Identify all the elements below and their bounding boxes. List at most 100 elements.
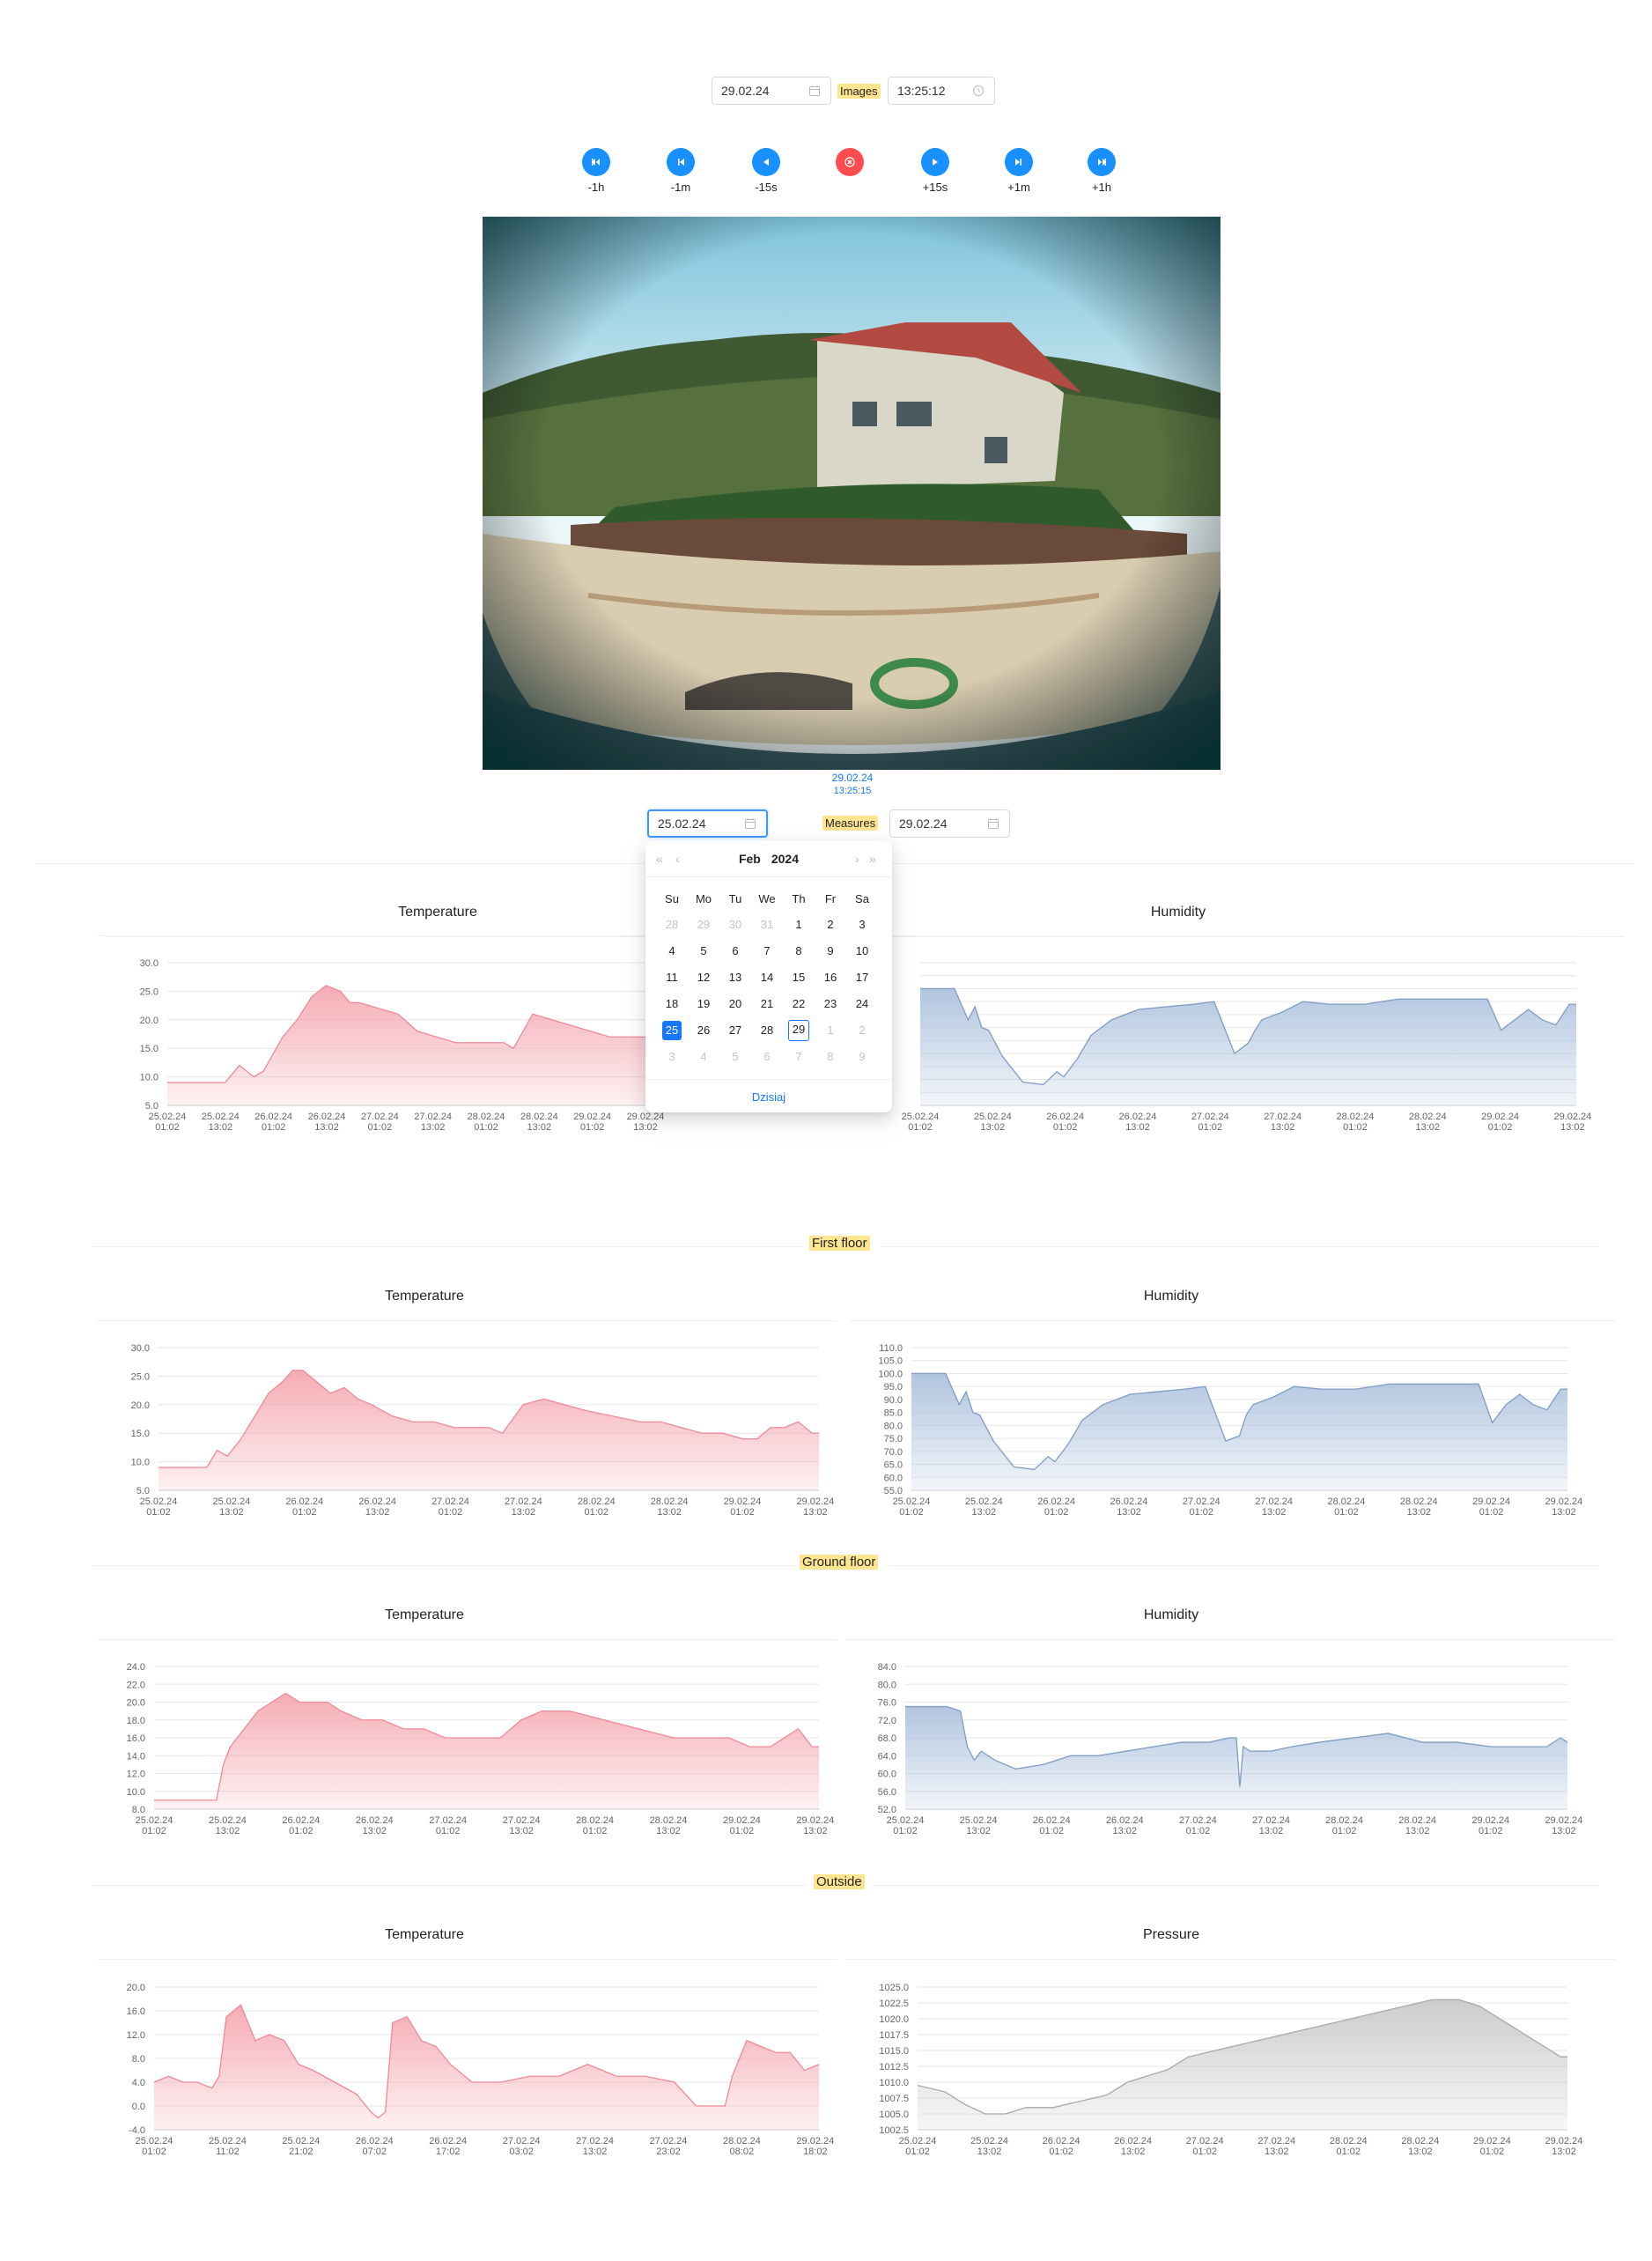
calendar-day[interactable]: 23 xyxy=(815,994,846,1014)
calendar-year[interactable]: 2024 xyxy=(771,852,799,866)
calendar-day[interactable]: 19 xyxy=(688,994,719,1014)
calendar-day[interactable]: 20 xyxy=(719,994,751,1014)
calendar-day[interactable]: 29 xyxy=(783,1020,815,1041)
y-tick-label: -4.0 xyxy=(129,2125,145,2136)
chart-first-temperature: 5.010.015.020.025.030.025.02.2401:0225.0… xyxy=(131,1343,835,1518)
x-tick-label: 01:02 xyxy=(436,1826,461,1836)
calendar-day[interactable]: 17 xyxy=(846,968,878,987)
x-tick-label: 13:02 xyxy=(1408,2146,1433,2157)
x-tick-label: 25.02.24 xyxy=(899,2136,937,2146)
calendar-day[interactable]: 7 xyxy=(751,942,783,961)
calendar-day[interactable]: 25 xyxy=(656,1021,688,1040)
y-tick-label: 18.0 xyxy=(127,1716,145,1726)
prev-month-icon[interactable]: ‹ xyxy=(675,852,680,866)
calendar-day[interactable]: 5 xyxy=(719,1047,751,1067)
nav-button-stop[interactable] xyxy=(810,148,889,181)
nav-button-plusminus-1h[interactable]: +1h xyxy=(1062,148,1141,194)
calendar-month[interactable]: Feb xyxy=(739,852,761,866)
calendar-day[interactable]: 26 xyxy=(688,1021,719,1040)
next-month-icon[interactable]: › xyxy=(855,852,859,866)
x-tick-label: 28.02.24 xyxy=(1337,1112,1375,1122)
calendar-day[interactable]: 14 xyxy=(751,968,783,987)
calendar-day[interactable]: 29 xyxy=(688,915,719,935)
y-tick-label: 22.0 xyxy=(127,1680,145,1690)
x-tick-label: 01:02 xyxy=(262,1122,286,1133)
y-tick-label: 5.0 xyxy=(145,1101,159,1112)
calendar-day-number: 22 xyxy=(792,997,806,1010)
x-tick-label: 01:02 xyxy=(142,1826,166,1836)
x-tick-label: 25.02.24 xyxy=(209,1815,247,1826)
calendar-day[interactable]: 12 xyxy=(688,968,719,987)
calendar-day-number: 3 xyxy=(668,1050,675,1063)
calendar-day[interactable]: 3 xyxy=(846,915,878,935)
calendar-day[interactable]: 4 xyxy=(656,942,688,961)
x-tick-label: 13:02 xyxy=(421,1122,446,1133)
y-tick-label: 24.0 xyxy=(127,1662,145,1673)
measures-to-picker[interactable]: 29.02.24 xyxy=(889,809,1010,838)
calendar-day[interactable]: 2 xyxy=(846,1021,878,1040)
calendar-day[interactable]: 13 xyxy=(719,968,751,987)
prev-year-icon[interactable]: « xyxy=(656,852,663,866)
calendar-day[interactable]: 6 xyxy=(751,1047,783,1067)
calendar-day[interactable]: 18 xyxy=(656,994,688,1014)
nav-button-plusminus-15s[interactable]: +15s xyxy=(896,148,975,194)
calendar-day[interactable]: 9 xyxy=(815,942,846,961)
image-date-picker[interactable]: 29.02.24 xyxy=(712,77,831,105)
calendar-day[interactable]: 15 xyxy=(783,968,815,987)
x-tick-label: 01:02 xyxy=(1343,1122,1368,1133)
calendar-day[interactable]: 21 xyxy=(751,994,783,1014)
x-tick-label: 26.02.24 xyxy=(285,1496,323,1507)
y-tick-label: 90.0 xyxy=(884,1395,903,1406)
calendar-day[interactable]: 1 xyxy=(783,915,815,935)
calendar-day[interactable]: 8 xyxy=(783,942,815,961)
calendar-day[interactable]: 11 xyxy=(656,968,688,987)
x-tick-label: 25.02.24 xyxy=(202,1112,240,1122)
nav-button-plusminus-1m[interactable]: +1m xyxy=(979,148,1058,194)
x-tick-label: 13:02 xyxy=(527,1122,552,1133)
x-tick-label: 13:02 xyxy=(512,1507,536,1518)
x-tick-label: 13:02 xyxy=(1552,1826,1576,1836)
y-tick-label: 1020.0 xyxy=(879,2014,909,2025)
calendar-day[interactable]: 28 xyxy=(656,915,688,935)
calendar-day[interactable]: 22 xyxy=(783,994,815,1014)
today-link[interactable]: Dzisiaj xyxy=(645,1079,892,1113)
calendar-day[interactable]: 3 xyxy=(656,1047,688,1067)
x-tick-label: 01:02 xyxy=(1479,1507,1504,1518)
calendar-day[interactable]: 28 xyxy=(751,1021,783,1040)
calendar-day[interactable]: 16 xyxy=(815,968,846,987)
calendar-day[interactable]: 24 xyxy=(846,994,878,1014)
nav-button-minus-1m[interactable]: -1m xyxy=(641,148,720,194)
calendar-day[interactable]: 31 xyxy=(751,915,783,935)
x-tick-label: 26.02.24 xyxy=(1114,2136,1152,2146)
measures-from-picker[interactable]: 25.02.24 xyxy=(647,809,768,838)
skip-back-icon xyxy=(582,148,610,176)
calendar-day[interactable]: 7 xyxy=(783,1047,815,1067)
nav-button-minus-1h[interactable]: -1h xyxy=(557,148,636,194)
calendar-day[interactable]: 10 xyxy=(846,942,878,961)
calendar-day[interactable]: 6 xyxy=(719,942,751,961)
calendar-day[interactable]: 9 xyxy=(846,1047,878,1067)
x-tick-label: 26.02.24 xyxy=(1033,1815,1071,1826)
nav-button-minus-15s[interactable]: -15s xyxy=(726,148,806,194)
x-tick-label: 26.02.24 xyxy=(254,1112,292,1122)
x-tick-label: 28.02.24 xyxy=(1400,1496,1438,1507)
next-year-icon[interactable]: » xyxy=(869,852,876,866)
x-tick-label: 27.02.24 xyxy=(576,2136,614,2146)
image-time-value: 13:25:12 xyxy=(897,84,946,98)
image-time-picker[interactable]: 13:25:12 xyxy=(888,77,995,105)
calendar-day[interactable]: 2 xyxy=(815,915,846,935)
y-tick-label: 8.0 xyxy=(132,2054,145,2065)
x-tick-label: 25.02.24 xyxy=(282,2136,320,2146)
calendar-day[interactable]: 4 xyxy=(688,1047,719,1067)
calendar-day-number: 6 xyxy=(763,1050,771,1063)
calendar-day-number: 13 xyxy=(728,971,742,984)
measures-from-value[interactable]: 25.02.24 xyxy=(658,816,743,831)
weekday-label: We xyxy=(758,891,776,905)
calendar-day[interactable]: 8 xyxy=(815,1047,846,1067)
calendar-day[interactable]: 27 xyxy=(719,1021,751,1040)
calendar-day[interactable]: 1 xyxy=(815,1021,846,1040)
calendar-day[interactable]: 5 xyxy=(688,942,719,961)
calendar-day-number: 28 xyxy=(665,918,679,931)
x-tick-label: 13:02 xyxy=(363,1826,387,1836)
calendar-day[interactable]: 30 xyxy=(719,915,751,935)
